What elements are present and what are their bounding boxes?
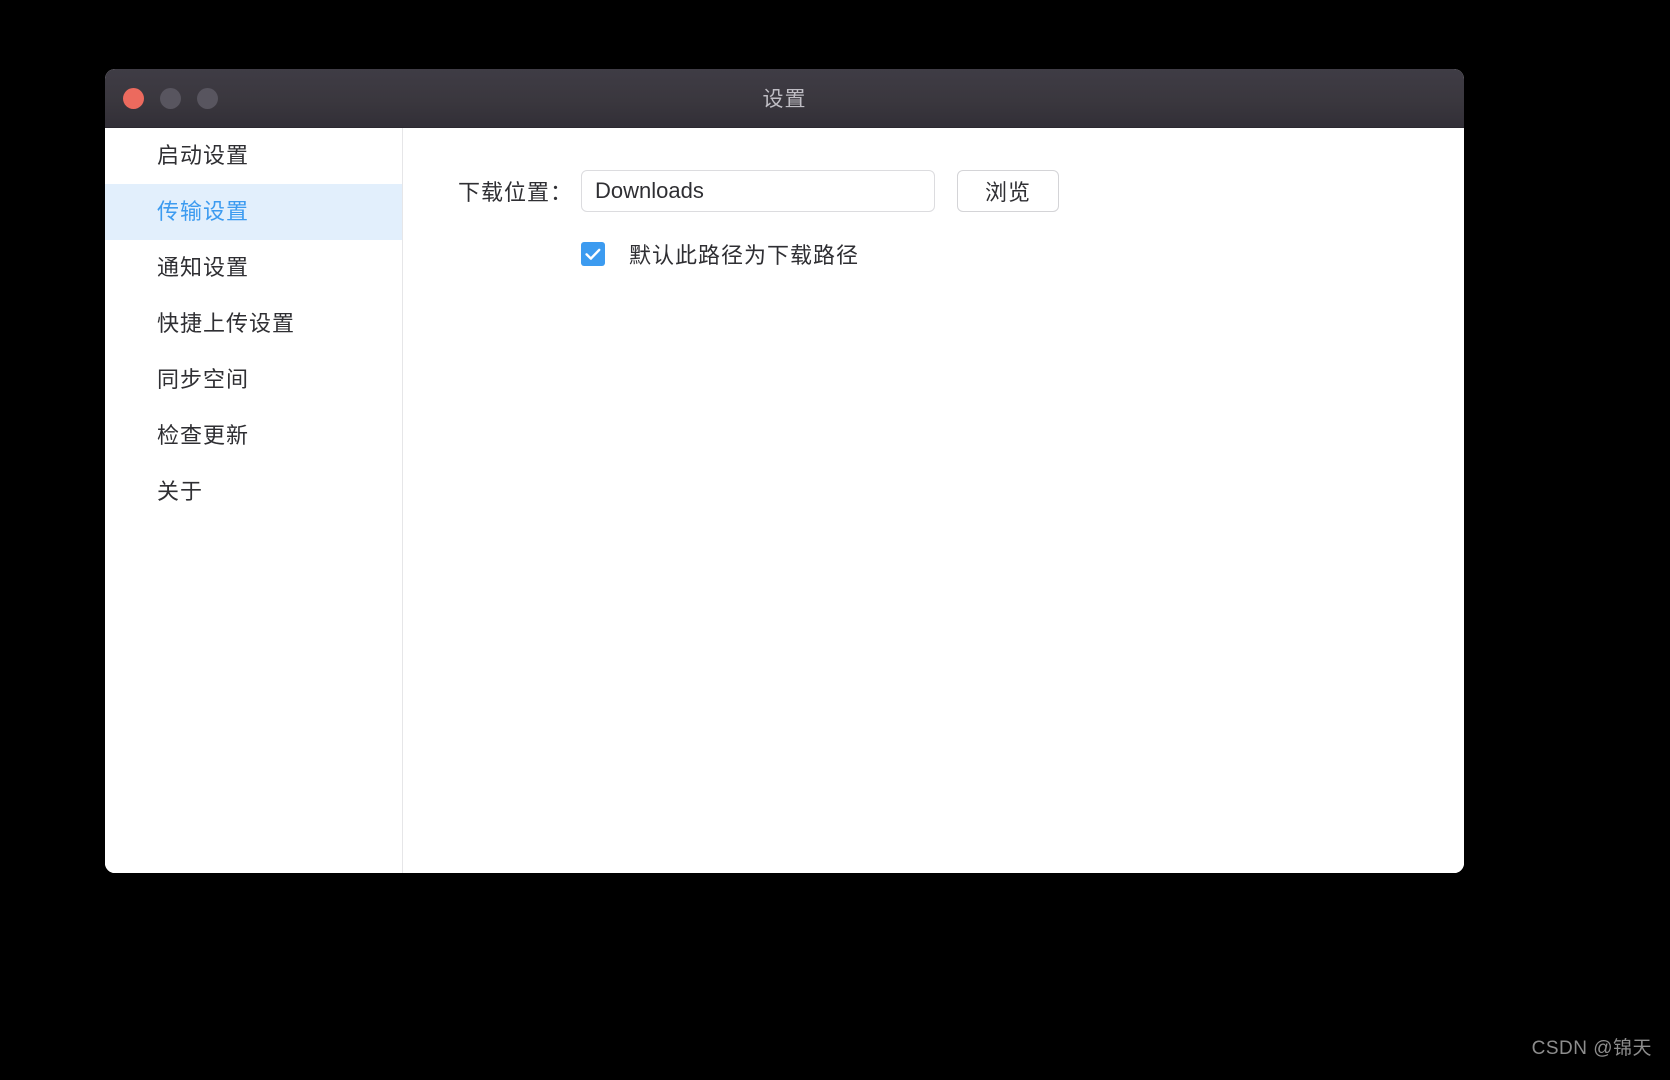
settings-sidebar: 启动设置 传输设置 通知设置 快捷上传设置 同步空间 检查更新 关于 — [105, 128, 403, 873]
window-controls — [123, 69, 218, 127]
sidebar-item-label: 同步空间 — [157, 367, 250, 392]
sidebar-item-transfer[interactable]: 传输设置 — [105, 184, 402, 240]
sidebar-item-check-update[interactable]: 检查更新 — [105, 408, 402, 464]
sidebar-item-label: 关于 — [157, 479, 204, 504]
sidebar-item-label: 快捷上传设置 — [157, 311, 296, 336]
default-path-checkbox[interactable] — [581, 242, 605, 266]
browse-button[interactable]: 浏览 — [957, 170, 1059, 212]
window-title-bar: 设置 — [105, 69, 1464, 128]
sidebar-item-sync-space[interactable]: 同步空间 — [105, 352, 402, 408]
sidebar-item-startup[interactable]: 启动设置 — [105, 128, 402, 184]
minimize-button-icon[interactable] — [160, 87, 181, 109]
sidebar-item-label: 传输设置 — [157, 199, 250, 224]
default-path-checkbox-label: 默认此路径为下载路径 — [629, 243, 860, 268]
download-location-label: 下载位置： — [457, 180, 573, 205]
sidebar-item-label: 通知设置 — [157, 255, 250, 280]
settings-window: 设置 启动设置 传输设置 通知设置 快捷上传设置 同步空间 检查更新 关于 下载… — [105, 69, 1464, 873]
csdn-watermark: CSDN @锦天 — [1531, 1038, 1652, 1059]
window-title: 设置 — [762, 88, 807, 111]
sidebar-item-quick-upload[interactable]: 快捷上传设置 — [105, 296, 402, 352]
settings-content-pane: 下载位置： 浏览 默认此路径为下载路径 — [403, 128, 1464, 873]
sidebar-item-label: 启动设置 — [157, 143, 250, 168]
sidebar-item-notification[interactable]: 通知设置 — [105, 240, 402, 296]
download-path-input[interactable] — [581, 170, 935, 212]
close-button-icon[interactable] — [123, 87, 144, 109]
default-path-row: 默认此路径为下载路径 — [443, 238, 1464, 270]
checkmark-icon — [585, 248, 601, 260]
maximize-button-icon[interactable] — [197, 87, 218, 109]
window-body: 启动设置 传输设置 通知设置 快捷上传设置 同步空间 检查更新 关于 下载位置：… — [105, 128, 1464, 873]
sidebar-item-about[interactable]: 关于 — [105, 464, 402, 520]
download-location-row: 下载位置： 浏览 — [443, 170, 1464, 212]
sidebar-item-label: 检查更新 — [157, 423, 250, 448]
